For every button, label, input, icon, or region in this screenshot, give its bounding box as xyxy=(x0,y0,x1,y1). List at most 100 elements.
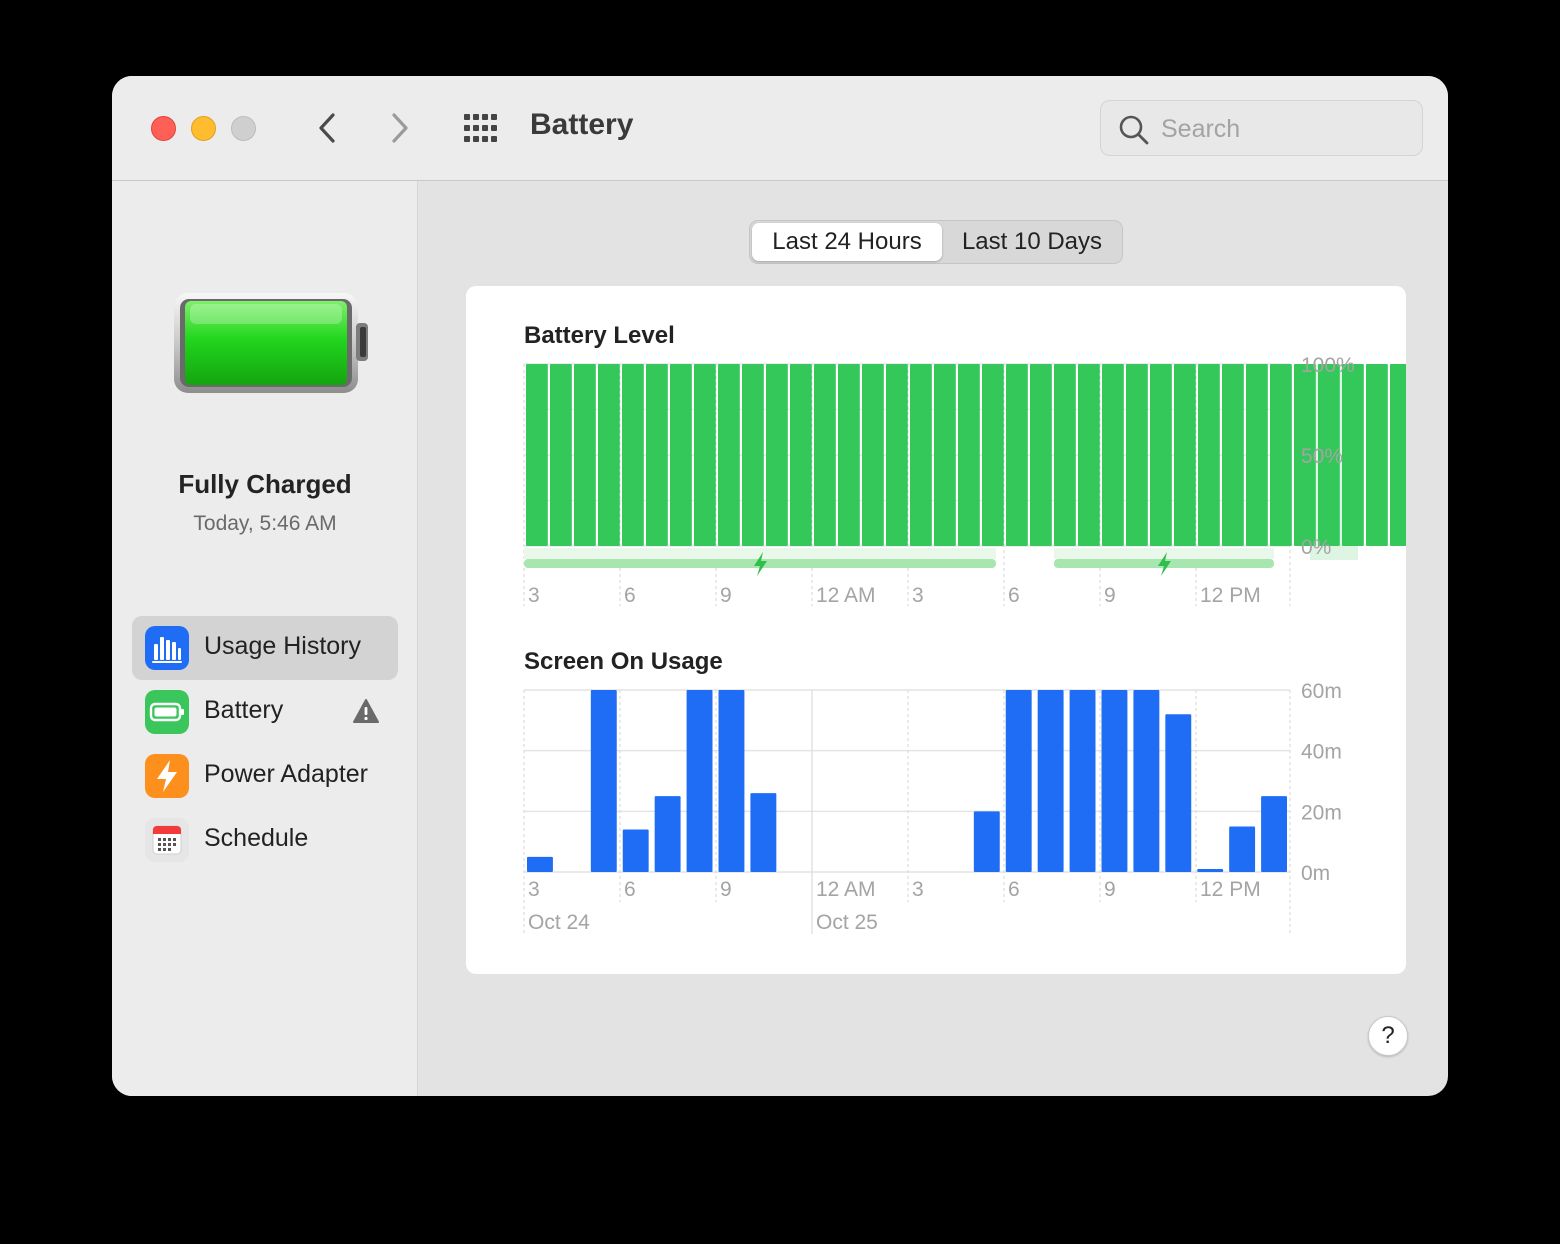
sidebar-item-label: Battery xyxy=(204,696,284,724)
battery-x-tick: 9 xyxy=(720,584,732,607)
usage-bar xyxy=(590,690,617,872)
usage-bar xyxy=(622,829,649,872)
usage-x-tick: 9 xyxy=(720,878,732,901)
battery-bar xyxy=(1150,364,1172,546)
battery-bar xyxy=(1246,364,1268,546)
warning-icon xyxy=(353,699,379,723)
forward-button[interactable] xyxy=(380,106,420,150)
battery-bar xyxy=(1054,364,1076,546)
calendar-icon xyxy=(145,818,189,862)
battery-bar xyxy=(718,364,740,546)
minimize-button[interactable] xyxy=(191,116,216,141)
sidebar-item-label: Schedule xyxy=(204,824,309,852)
battery-bar xyxy=(646,364,668,546)
sidebar-item-label: Power Adapter xyxy=(204,760,368,788)
battery-full-icon xyxy=(174,293,368,393)
usage-bar xyxy=(718,690,745,872)
battery-bar xyxy=(862,364,884,546)
battery-bar xyxy=(1078,364,1100,546)
usage-x-tick: 12 PM xyxy=(1200,878,1261,901)
battery-x-tick: 12 AM xyxy=(816,584,876,607)
battery-bar xyxy=(1222,364,1244,546)
charge-status: Fully Charged xyxy=(178,469,352,499)
search-field[interactable] xyxy=(1100,100,1423,156)
usage-date-label: Oct 25 xyxy=(816,911,878,934)
zoom-button[interactable] xyxy=(231,116,256,141)
battery-bar xyxy=(598,364,620,546)
usage-bar xyxy=(1101,690,1128,872)
usage-x-tick: 9 xyxy=(1104,878,1116,901)
sidebar-item-battery[interactable]: Battery xyxy=(132,680,398,744)
battery-y-tick: 0% xyxy=(1301,536,1331,559)
close-button[interactable] xyxy=(151,116,176,141)
battery-bar xyxy=(670,364,692,546)
usage-bar xyxy=(973,811,1000,872)
usage-bar xyxy=(1133,690,1160,872)
sidebar-item-schedule[interactable]: Schedule xyxy=(132,808,398,872)
title-bar: Battery xyxy=(112,76,1448,181)
battery-bar xyxy=(742,364,764,546)
usage-x-tick: 3 xyxy=(912,878,924,901)
battery-icon xyxy=(145,690,189,734)
battery-bar xyxy=(910,364,932,546)
battery-bar xyxy=(1174,364,1196,546)
search-input[interactable] xyxy=(1161,111,1411,147)
battery-bar xyxy=(934,364,956,546)
segment-last-10-days[interactable]: Last 10 Days xyxy=(944,223,1120,261)
sidebar-item-label: Usage History xyxy=(204,632,361,660)
battery-bar xyxy=(694,364,716,546)
bar-chart-icon xyxy=(145,626,189,670)
battery-bar xyxy=(790,364,812,546)
battery-bar xyxy=(814,364,836,546)
back-button[interactable] xyxy=(307,106,347,150)
usage-y-tick: 40m xyxy=(1301,741,1342,764)
window-title: Battery xyxy=(530,108,634,141)
battery-bar xyxy=(574,364,596,546)
battery-window: Battery Fully C xyxy=(112,76,1448,1096)
usage-x-tick: 6 xyxy=(624,878,636,901)
lightning-icon xyxy=(145,754,189,798)
battery-bar xyxy=(886,364,908,546)
sidebar-item-power-adapter[interactable]: Power Adapter xyxy=(132,744,398,808)
battery-bar xyxy=(982,364,1004,546)
usage-bar xyxy=(1005,690,1032,872)
usage-y-tick: 0m xyxy=(1301,862,1330,885)
chevron-right-icon xyxy=(392,113,408,143)
usage-date-label: Oct 24 xyxy=(528,911,590,934)
show-all-button[interactable] xyxy=(462,112,502,144)
battery-bar xyxy=(550,364,572,546)
battery-bar xyxy=(1126,364,1148,546)
usage-x-tick: 12 AM xyxy=(816,878,876,901)
battery-y-tick: 100% xyxy=(1301,354,1355,377)
battery-bar xyxy=(958,364,980,546)
search-icon xyxy=(1119,115,1149,145)
usage-x-tick: 6 xyxy=(1008,878,1020,901)
battery-x-tick: 6 xyxy=(1008,584,1020,607)
battery-bar xyxy=(1270,364,1292,546)
battery-x-tick: 3 xyxy=(528,584,540,607)
usage-bar xyxy=(1229,826,1256,872)
time-range-control: Last 24 Hours Last 10 Days xyxy=(749,220,1123,264)
battery-x-tick: 9 xyxy=(1104,584,1116,607)
battery-y-tick: 50% xyxy=(1301,445,1343,468)
battery-bar xyxy=(838,364,860,546)
usage-bar xyxy=(1069,690,1096,872)
segment-last-24-hours[interactable]: Last 24 Hours xyxy=(752,223,942,261)
battery-bar xyxy=(1198,364,1220,546)
chevron-left-icon xyxy=(319,113,335,143)
battery-bar xyxy=(1366,364,1388,546)
usage-bar xyxy=(686,690,713,872)
help-button[interactable]: ? xyxy=(1368,1016,1408,1056)
battery-bar xyxy=(1342,364,1364,546)
battery-bar xyxy=(526,364,548,546)
usage-bar xyxy=(654,796,681,872)
usage-bar xyxy=(1165,714,1192,872)
usage-bar xyxy=(1261,796,1287,872)
charts-canvas: 100% 50% 0% 3 6 9 12 AM 3 6 9 12 PM 60m 40m 20m 0m 3 6 9 1… xyxy=(523,354,1406,934)
battery-bar xyxy=(1102,364,1124,546)
sidebar-item-usage-history[interactable]: Usage History xyxy=(132,616,398,680)
battery-bar xyxy=(1030,364,1052,546)
battery-x-tick: 6 xyxy=(624,584,636,607)
battery-bar xyxy=(766,364,788,546)
usage-x-tick: 3 xyxy=(528,878,540,901)
